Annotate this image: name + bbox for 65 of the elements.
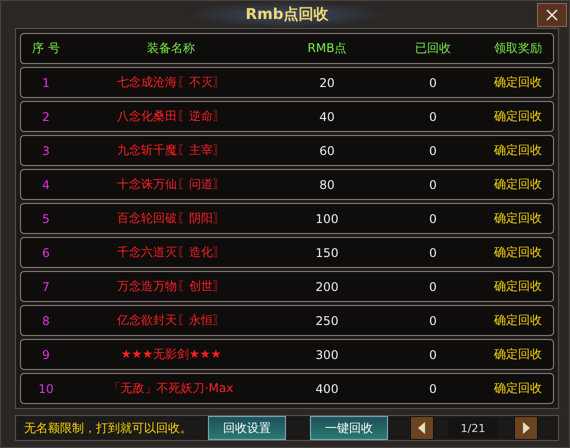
index-cell-text: 6 — [41, 246, 51, 260]
column-header: 装备名称 — [146, 40, 196, 57]
close-icon — [546, 9, 558, 21]
index-cell-text: 1 — [41, 76, 51, 90]
action-button[interactable]: 一键回收 — [310, 416, 388, 440]
item-name: 百念轮回破〖阴阳〗 — [116, 210, 226, 227]
recycled-cell-text: 0 — [428, 76, 438, 90]
index-cell-text: 3 — [41, 144, 51, 158]
recycle-link[interactable]: 确定回收 — [483, 380, 553, 397]
points-cell-text: 20 — [318, 76, 336, 90]
recycled-cell-text: 0 — [428, 178, 438, 192]
recycle-link[interactable]: 确定回收 — [483, 142, 553, 159]
recycle-link[interactable]: 确定回收 — [483, 312, 553, 329]
recycle-link[interactable]: 确定回收 — [483, 278, 553, 295]
index-cell-text: 2 — [41, 110, 51, 124]
recycled-cell-text: 0 — [428, 314, 438, 328]
next-page-button[interactable] — [514, 416, 538, 440]
points-cell-text: 100 — [314, 212, 340, 226]
item-name: 九念斩千魔〖主宰〗 — [116, 142, 226, 159]
left-triangle-icon — [418, 422, 426, 434]
column-header: 已回收 — [414, 40, 452, 57]
column-header: 领取奖励 — [493, 40, 543, 57]
index-cell-text: 4 — [41, 178, 51, 192]
recycle-link[interactable]: 确定回收 — [483, 244, 553, 261]
item-name: 万念造万物〖创世〗 — [116, 278, 226, 295]
column-header: RMB点 — [306, 40, 348, 57]
recycled-cell-text: 0 — [428, 280, 438, 294]
recycled-cell-text: 0 — [428, 348, 438, 362]
recycled-cell-text: 0 — [428, 382, 438, 396]
recycled-cell-text: 0 — [428, 246, 438, 260]
index-cell-text: 8 — [41, 314, 51, 328]
recycle-link[interactable]: 确定回收 — [483, 176, 553, 193]
recycle-link[interactable]: 确定回收 — [483, 108, 553, 125]
item-name: ★★★无影剑★★★ — [120, 346, 222, 363]
points-cell-text: 300 — [314, 348, 340, 362]
item-name: 亿念欲封天〖永恒〗 — [116, 312, 226, 329]
item-name: 七念成沧海〖不灭〗 — [116, 74, 226, 91]
points-cell-text: 200 — [314, 280, 340, 294]
points-cell-text: 80 — [318, 178, 336, 192]
action-button[interactable]: 回收设置 — [208, 416, 286, 440]
index-cell-text: 5 — [41, 212, 51, 226]
recycled-cell-text: 0 — [428, 144, 438, 158]
item-name: 十念诛万仙〖问道〗 — [116, 176, 226, 193]
column-header: 序 号 — [31, 40, 61, 57]
recycled-cell-text: 0 — [428, 212, 438, 226]
recycled-cell-text: 0 — [428, 110, 438, 124]
recycle-link[interactable]: 确定回收 — [483, 210, 553, 227]
points-cell-text: 150 — [314, 246, 340, 260]
close-button[interactable] — [537, 3, 567, 27]
note-text: 无名额限制，打到就可以回收。 — [24, 420, 193, 436]
item-name: 八念化桑田〖逆命〗 — [116, 108, 226, 125]
recycle-link[interactable]: 确定回收 — [483, 346, 553, 363]
points-cell-text: 60 — [318, 144, 336, 158]
points-cell-text: 400 — [314, 382, 340, 396]
index-cell-text: 7 — [41, 280, 51, 294]
recycle-link[interactable]: 确定回收 — [483, 74, 553, 91]
item-name: 「无敌」不死妖刀·Max — [108, 380, 234, 397]
index-cell-text: 10 — [37, 382, 55, 396]
points-cell-text: 250 — [314, 314, 340, 328]
index-cell-text: 9 — [41, 348, 51, 362]
page-indicator: 1/21 — [448, 418, 498, 438]
points-cell-text: 40 — [318, 110, 336, 124]
previous-page-button[interactable] — [410, 416, 434, 440]
item-name: 千念六道灭〖造化〗 — [116, 244, 226, 261]
right-triangle-icon — [522, 422, 530, 434]
